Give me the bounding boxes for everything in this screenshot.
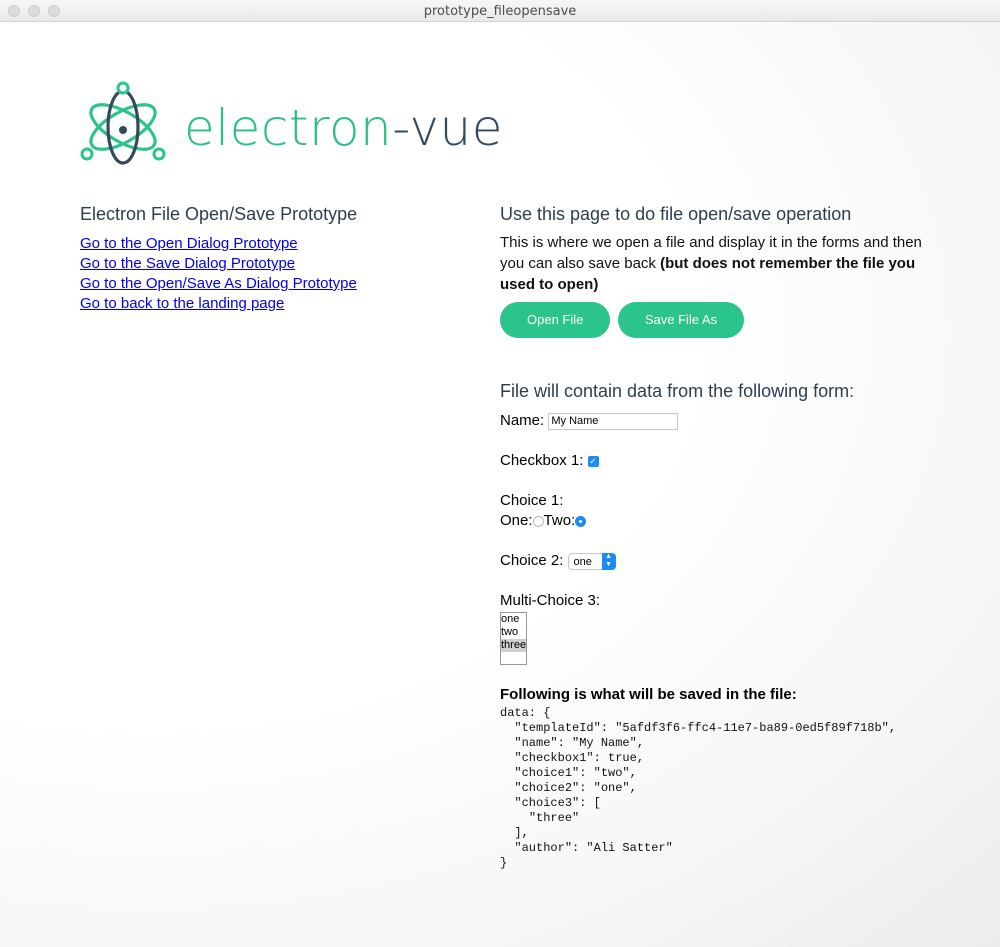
choice3-option-one[interactable]: one (501, 613, 526, 626)
choice2-value: one (573, 555, 592, 568)
choice3-label: Multi-Choice 3: (500, 592, 601, 609)
open-save-as-dialog-link[interactable]: Go to the Open/Save As Dialog Prototype (80, 274, 460, 294)
open-dialog-link[interactable]: Go to the Open Dialog Prototype (80, 234, 460, 254)
checkbox-label: Checkbox 1: (500, 452, 584, 469)
section-heading: Use this page to do file open/save opera… (500, 204, 852, 224)
choice1-label: Choice 1: (500, 492, 564, 509)
form-heading: File will contain data from the followin… (500, 381, 855, 401)
name-label: Name: (500, 412, 545, 429)
nav-links: Go to the Open Dialog Prototype Go to th… (80, 234, 460, 314)
name-row: Name: (500, 411, 940, 431)
choice1-one-label: One: (500, 512, 533, 529)
left-column: Electron File Open/Save Prototype Go to … (80, 203, 460, 314)
description: This is where we open a file and display… (500, 232, 940, 295)
choice2-label: Choice 2: (500, 552, 564, 569)
window-title: prototype_fileopensave (423, 4, 577, 19)
select-arrows-icon: ▲ ▼ (601, 552, 616, 570)
logo-text-electron: electron (184, 99, 393, 157)
page-title: Electron File Open/Save Prototype (80, 204, 358, 224)
logo-text-vue: -vue (392, 99, 503, 157)
output-heading: Following is what will be saved in the f… (500, 686, 797, 703)
choice2-select[interactable]: one ▲ ▼ (567, 552, 616, 570)
name-input[interactable] (548, 412, 679, 430)
app-window: prototype_fileopensave electron-vue Elec… (0, 0, 1000, 947)
logo-wordmark: electron-vue (184, 98, 503, 158)
choice3-listbox[interactable]: one two three (500, 612, 527, 665)
choice2-row: Choice 2: one ▲ ▼ (500, 551, 940, 571)
save-dialog-link[interactable]: Go to the Save Dialog Prototype (80, 254, 460, 274)
open-file-button[interactable]: Open File (500, 302, 611, 338)
choice1-row: One: Two: (500, 511, 940, 531)
landing-page-link[interactable]: Go to back to the landing page (80, 294, 460, 314)
choice1-one-radio[interactable] (532, 515, 544, 527)
json-output: data: { "templateId": "5afdf3f6-ffc4-11e… (500, 706, 897, 870)
choice3-option-three[interactable]: three (501, 639, 526, 652)
choice1-two-radio[interactable] (575, 515, 587, 527)
title-bar: prototype_fileopensave (0, 0, 1000, 22)
save-file-as-button[interactable]: Save File As (617, 302, 745, 338)
checkbox-row: Checkbox 1: ✓ (500, 451, 940, 471)
electron-vue-logo-icon (80, 81, 166, 165)
right-column: Use this page to do file open/save opera… (500, 203, 940, 871)
choice1-two-label: Two: (543, 512, 576, 529)
checkbox-1[interactable]: ✓ (587, 455, 599, 467)
button-row: Open File Save File As (500, 302, 940, 338)
choice3-option-two[interactable]: two (501, 626, 526, 639)
